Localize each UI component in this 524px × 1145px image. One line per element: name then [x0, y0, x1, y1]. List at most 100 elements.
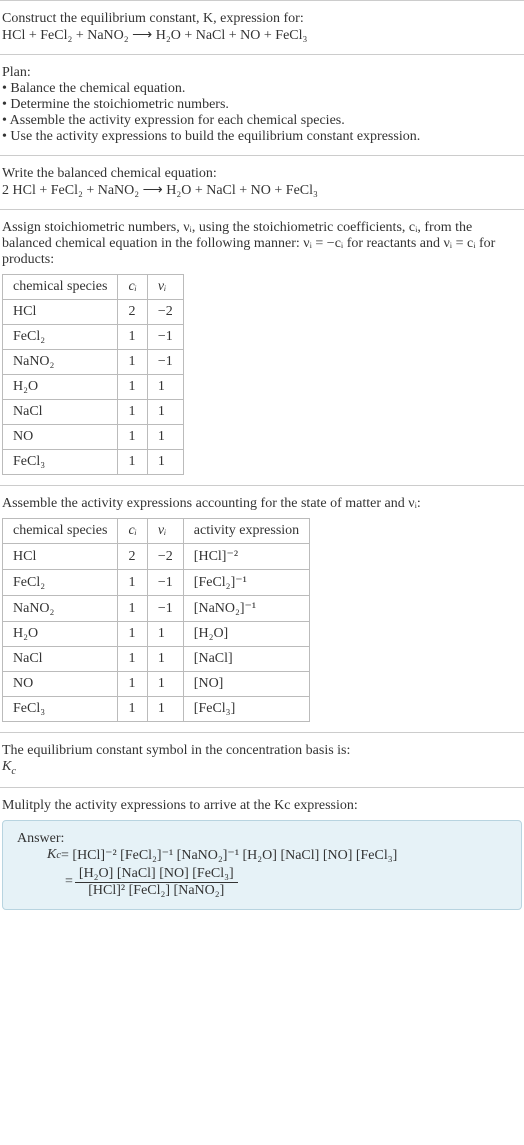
- problem-equation: HCl + FeCl₂ + NaNO₂ ⟶ H₂O + NaCl + NO + …: [2, 27, 522, 44]
- stoich-text: Assign stoichiometric numbers, νᵢ, using…: [2, 220, 522, 268]
- cell: [HCl]⁻²: [183, 544, 309, 570]
- plan-title: Plan:: [2, 65, 522, 81]
- answer-line2: = [H₂O] [NaCl] [NO] [FeCl₃] [HCl]² [FeCl…: [65, 866, 507, 899]
- cell: 1: [147, 450, 183, 475]
- balanced-equation: 2 HCl + FeCl₂ + NaNO₂ ⟶ H₂O + NaCl + NO …: [2, 182, 522, 199]
- cell: 1: [147, 697, 183, 722]
- answer-expr1: = [HCl]⁻² [FeCl₂]⁻¹ [NaNO₂]⁻¹ [H₂O] [NaC…: [61, 847, 397, 864]
- col-ci: cᵢ: [118, 275, 147, 300]
- table-row: H₂O11[H₂O]: [3, 622, 310, 647]
- answer-line1: Kc = [HCl]⁻² [FeCl₂]⁻¹ [NaNO₂]⁻¹ [H₂O] […: [47, 847, 507, 864]
- table-row: FeCl₃11[FeCl₃]: [3, 697, 310, 722]
- balanced-label: Write the balanced chemical equation:: [2, 166, 522, 182]
- cell: [NaNO₂]⁻¹: [183, 596, 309, 622]
- cell: H₂O: [3, 375, 118, 400]
- table-header: chemical species cᵢ νᵢ activity expressi…: [3, 519, 310, 544]
- section-balanced: Write the balanced chemical equation: 2 …: [0, 155, 524, 209]
- answer-box: Answer: Kc = [HCl]⁻² [FeCl₂]⁻¹ [NaNO₂]⁻¹…: [2, 820, 522, 910]
- col-activity: activity expression: [183, 519, 309, 544]
- kc-k: K: [2, 759, 11, 774]
- symbol-text: The equilibrium constant symbol in the c…: [2, 743, 522, 759]
- section-problem: Construct the equilibrium constant, K, e…: [0, 0, 524, 54]
- table-row: FeCl₂1−1: [3, 325, 184, 350]
- table-row: NO11[NO]: [3, 672, 310, 697]
- cell: NaNO₂: [3, 596, 118, 622]
- col-species: chemical species: [3, 519, 118, 544]
- table-row: FeCl₃11: [3, 450, 184, 475]
- col-ci: cᵢ: [118, 519, 147, 544]
- kc-c: c: [11, 766, 16, 777]
- cell: FeCl₂: [3, 570, 118, 596]
- cell: [NaCl]: [183, 647, 309, 672]
- cell: NO: [3, 672, 118, 697]
- ci-label: cᵢ: [128, 523, 136, 538]
- cell: FeCl₃: [3, 697, 118, 722]
- cell: 1: [147, 375, 183, 400]
- plan-item-4: • Use the activity expressions to build …: [2, 129, 522, 145]
- col-vi: νᵢ: [147, 275, 183, 300]
- cell: H₂O: [3, 622, 118, 647]
- table-row: NaCl11: [3, 400, 184, 425]
- col-species: chemical species: [3, 275, 118, 300]
- symbol-kc: Kc: [2, 759, 522, 777]
- cell: 1: [147, 672, 183, 697]
- table-row: HCl2−2[HCl]⁻²: [3, 544, 310, 570]
- fraction: [H₂O] [NaCl] [NO] [FeCl₃] [HCl]² [FeCl₂]…: [75, 866, 238, 899]
- vi-label: νᵢ: [158, 523, 166, 538]
- cell: 1: [118, 570, 147, 596]
- cell: NaCl: [3, 647, 118, 672]
- cell: [H₂O]: [183, 622, 309, 647]
- cell: 1: [118, 596, 147, 622]
- ci-label: cᵢ: [128, 279, 136, 294]
- cell: −1: [147, 596, 183, 622]
- cell: 1: [118, 425, 147, 450]
- table-row: FeCl₂1−1[FeCl₂]⁻¹: [3, 570, 310, 596]
- cell: [FeCl₃]: [183, 697, 309, 722]
- fraction-numerator: [H₂O] [NaCl] [NO] [FeCl₃]: [75, 866, 238, 883]
- cell: 1: [118, 325, 147, 350]
- cell: 1: [118, 450, 147, 475]
- table-row: NaCl11[NaCl]: [3, 647, 310, 672]
- cell: 1: [147, 647, 183, 672]
- cell: 1: [118, 375, 147, 400]
- table-row: NaNO₂1−1: [3, 350, 184, 375]
- vi-label: νᵢ: [158, 279, 166, 294]
- cell: NO: [3, 425, 118, 450]
- table-row: HCl2−2: [3, 300, 184, 325]
- col-vi: νᵢ: [147, 519, 183, 544]
- cell: [FeCl₂]⁻¹: [183, 570, 309, 596]
- section-multiply: Mulitply the activity expressions to arr…: [0, 787, 524, 920]
- cell: FeCl₃: [3, 450, 118, 475]
- multiply-text: Mulitply the activity expressions to arr…: [2, 798, 522, 814]
- cell: 1: [147, 425, 183, 450]
- cell: HCl: [3, 544, 118, 570]
- problem-line1: Construct the equilibrium constant, K, e…: [2, 11, 522, 27]
- cell: 1: [147, 622, 183, 647]
- kc-k: K: [47, 847, 56, 863]
- cell: NaCl: [3, 400, 118, 425]
- cell: −2: [147, 544, 183, 570]
- table-header: chemical species cᵢ νᵢ: [3, 275, 184, 300]
- plan-item-3: • Assemble the activity expression for e…: [2, 113, 522, 129]
- activity-table: chemical species cᵢ νᵢ activity expressi…: [2, 518, 310, 722]
- cell: 1: [118, 622, 147, 647]
- cell: 2: [118, 300, 147, 325]
- activity-text: Assemble the activity expressions accoun…: [2, 496, 522, 512]
- cell: [NO]: [183, 672, 309, 697]
- cell: −1: [147, 325, 183, 350]
- stoich-table: chemical species cᵢ νᵢ HCl2−2 FeCl₂1−1 N…: [2, 274, 184, 475]
- cell: 1: [118, 672, 147, 697]
- cell: −2: [147, 300, 183, 325]
- cell: FeCl₂: [3, 325, 118, 350]
- cell: 1: [118, 350, 147, 375]
- cell: 2: [118, 544, 147, 570]
- equals-sign: =: [65, 874, 73, 890]
- table-row: H₂O11: [3, 375, 184, 400]
- plan-item-1: • Balance the chemical equation.: [2, 81, 522, 97]
- section-stoich: Assign stoichiometric numbers, νᵢ, using…: [0, 209, 524, 485]
- cell: 1: [118, 697, 147, 722]
- cell: NaNO₂: [3, 350, 118, 375]
- cell: −1: [147, 350, 183, 375]
- table-row: NO11: [3, 425, 184, 450]
- fraction-denominator: [HCl]² [FeCl₂] [NaNO₂]: [75, 883, 238, 899]
